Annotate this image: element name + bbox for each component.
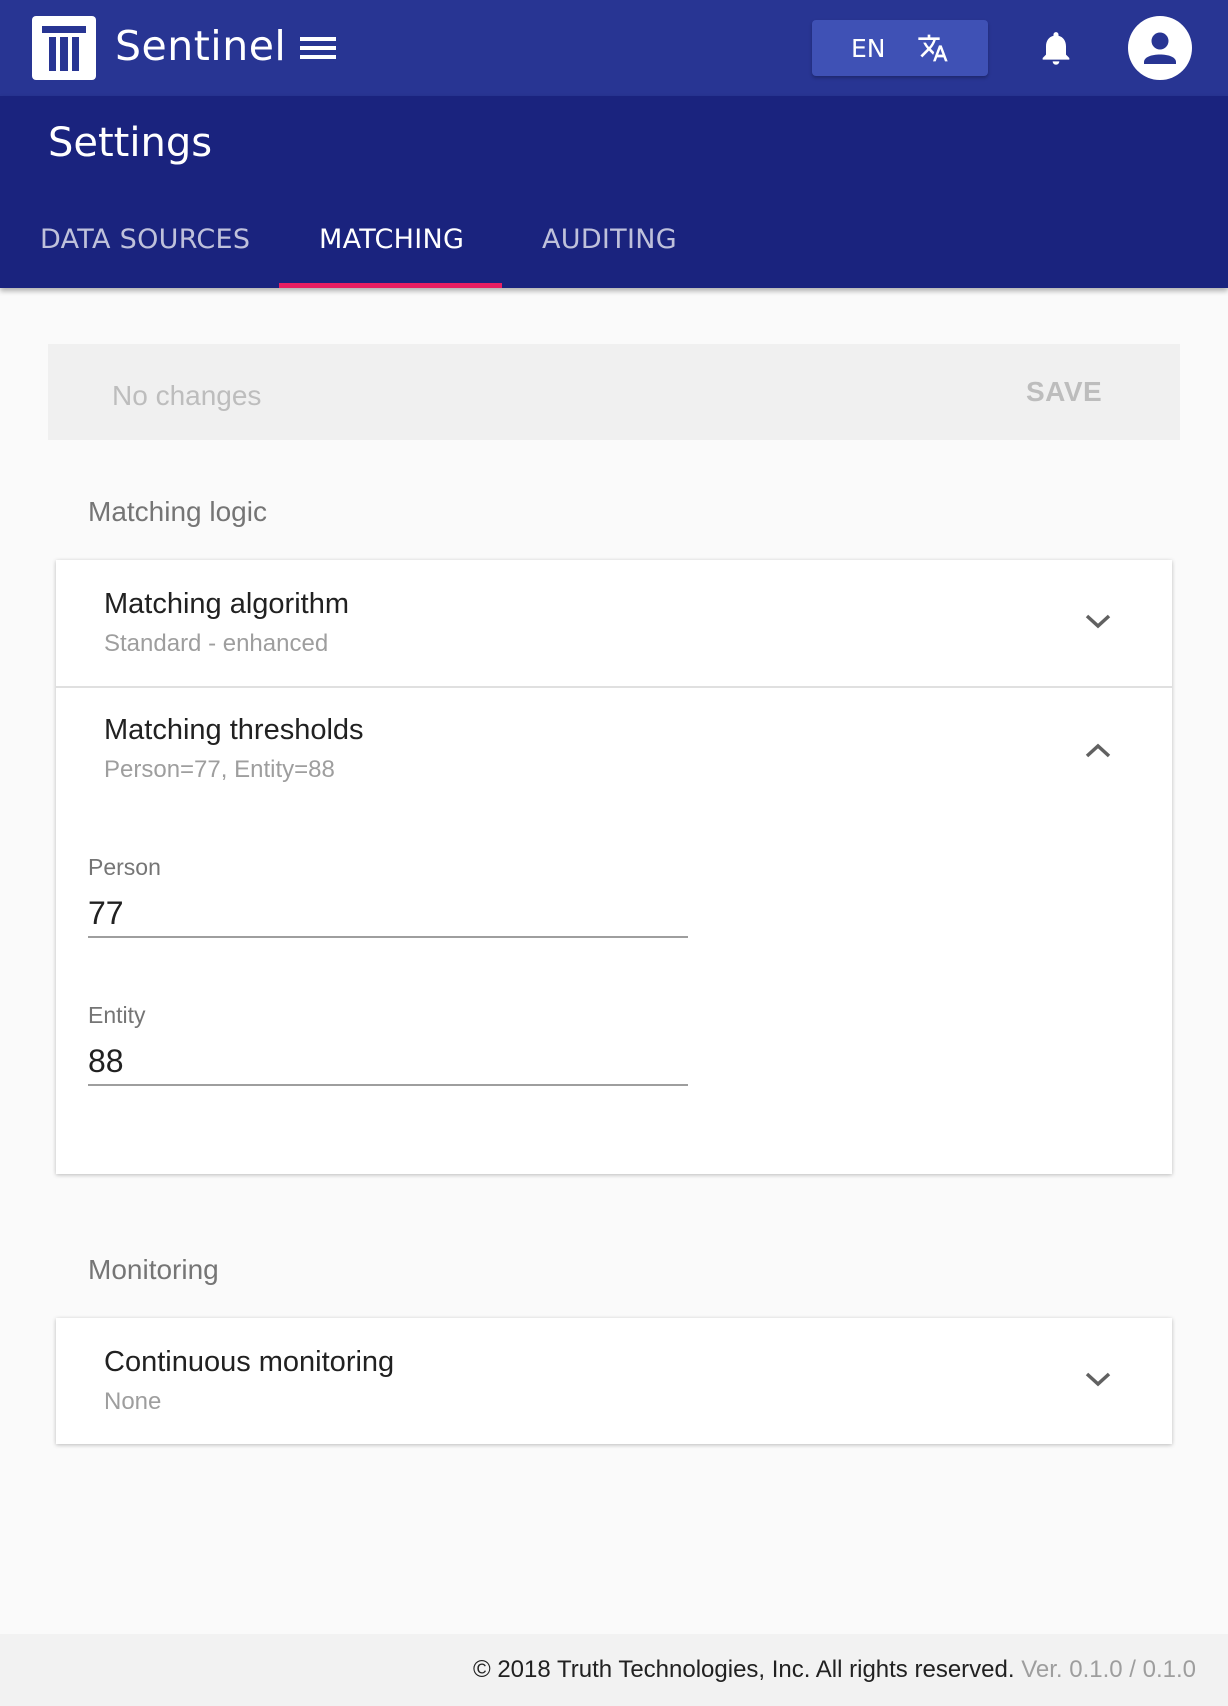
panel-title: Matching thresholds — [104, 714, 364, 746]
entity-field-label: Entity — [88, 1002, 146, 1028]
footer: © 2018 Truth Technologies, Inc. All righ… — [0, 1634, 1228, 1706]
account-circle-icon[interactable] — [1128, 16, 1192, 80]
language-label: EN — [851, 34, 886, 63]
version-text: Ver. 0.1.0 / 0.1.0 — [1021, 1656, 1196, 1683]
language-button[interactable]: EN — [812, 20, 988, 76]
tab-auditing[interactable]: AUDITING — [542, 224, 677, 255]
monitoring-card: Continuous monitoring None — [56, 1318, 1172, 1444]
panel-title: Continuous monitoring — [104, 1346, 395, 1378]
translate-icon — [916, 32, 950, 69]
section-heading-matching-logic: Matching logic — [88, 496, 267, 527]
person-field-label: Person — [88, 854, 161, 880]
app-title: Sentinel — [115, 22, 287, 70]
save-bar: No changes SAVE — [48, 344, 1180, 440]
bell-icon[interactable] — [1036, 26, 1076, 75]
top-app-bar: Sentinel EN — [0, 0, 1228, 96]
chevron-down-icon[interactable] — [1083, 1368, 1113, 1395]
panel-matching-thresholds[interactable]: Matching thresholds Person=77, Entity=88 — [56, 688, 1172, 808]
chevron-up-icon[interactable] — [1083, 740, 1113, 767]
person-threshold-input[interactable] — [88, 890, 688, 938]
matching-logic-card: Matching algorithm Standard - enhanced M… — [56, 560, 1172, 1174]
panel-matching-algorithm[interactable]: Matching algorithm Standard - enhanced — [56, 560, 1172, 686]
save-button[interactable]: SAVE — [1026, 376, 1102, 408]
tab-data-sources[interactable]: DATA SOURCES — [40, 224, 250, 255]
panel-summary: Person=77, Entity=88 — [104, 756, 335, 783]
panel-summary: Standard - enhanced — [104, 630, 329, 657]
panel-title: Matching algorithm — [104, 588, 349, 620]
active-tab-indicator — [279, 283, 502, 288]
hamburger-menu-icon[interactable] — [298, 31, 338, 65]
page-title: Settings — [48, 120, 213, 166]
logo-t-icon[interactable] — [32, 16, 96, 80]
footer-text: © 2018 Truth Technologies, Inc. All righ… — [473, 1656, 1196, 1684]
copyright-text: © 2018 Truth Technologies, Inc. All righ… — [472, 1656, 1015, 1683]
settings-header: Settings DATA SOURCES MATCHING AUDITING — [0, 96, 1228, 288]
tab-matching[interactable]: MATCHING — [319, 224, 464, 255]
section-heading-monitoring: Monitoring — [88, 1254, 219, 1285]
save-status-text: No changes — [112, 380, 262, 411]
entity-threshold-input[interactable] — [88, 1038, 688, 1086]
panel-continuous-monitoring[interactable]: Continuous monitoring None — [56, 1318, 1172, 1444]
panel-summary: None — [104, 1388, 162, 1415]
chevron-down-icon[interactable] — [1083, 610, 1113, 637]
